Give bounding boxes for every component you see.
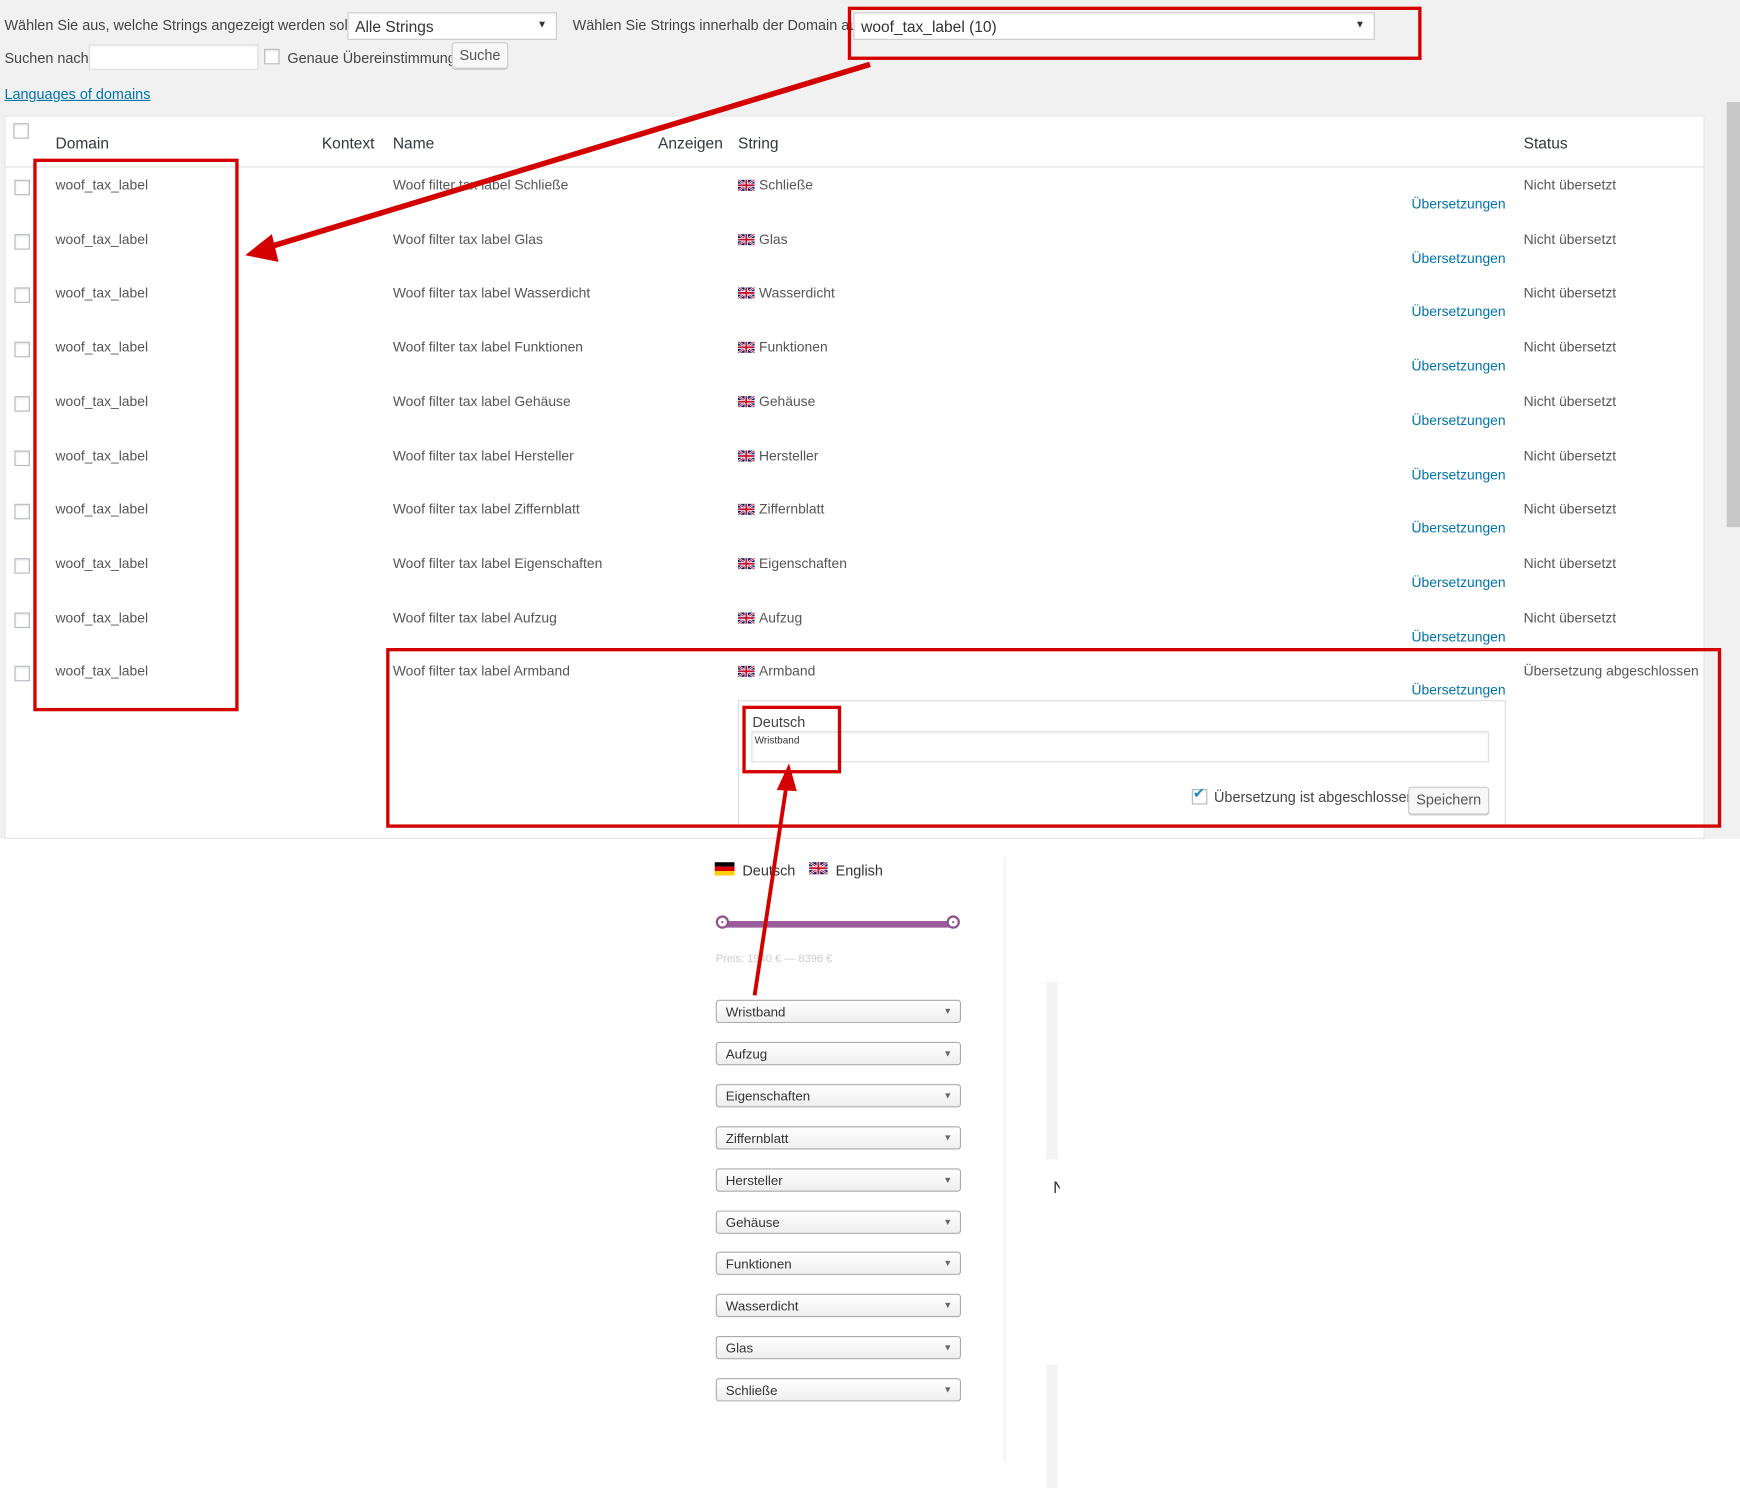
annotation-arrowhead-domain bbox=[245, 234, 279, 262]
annotation-arrowhead-translation bbox=[776, 763, 797, 792]
annotation-arrow-domain bbox=[263, 61, 871, 252]
annotation-arrows bbox=[245, 61, 871, 996]
annotation-arrow-translation bbox=[752, 783, 789, 996]
